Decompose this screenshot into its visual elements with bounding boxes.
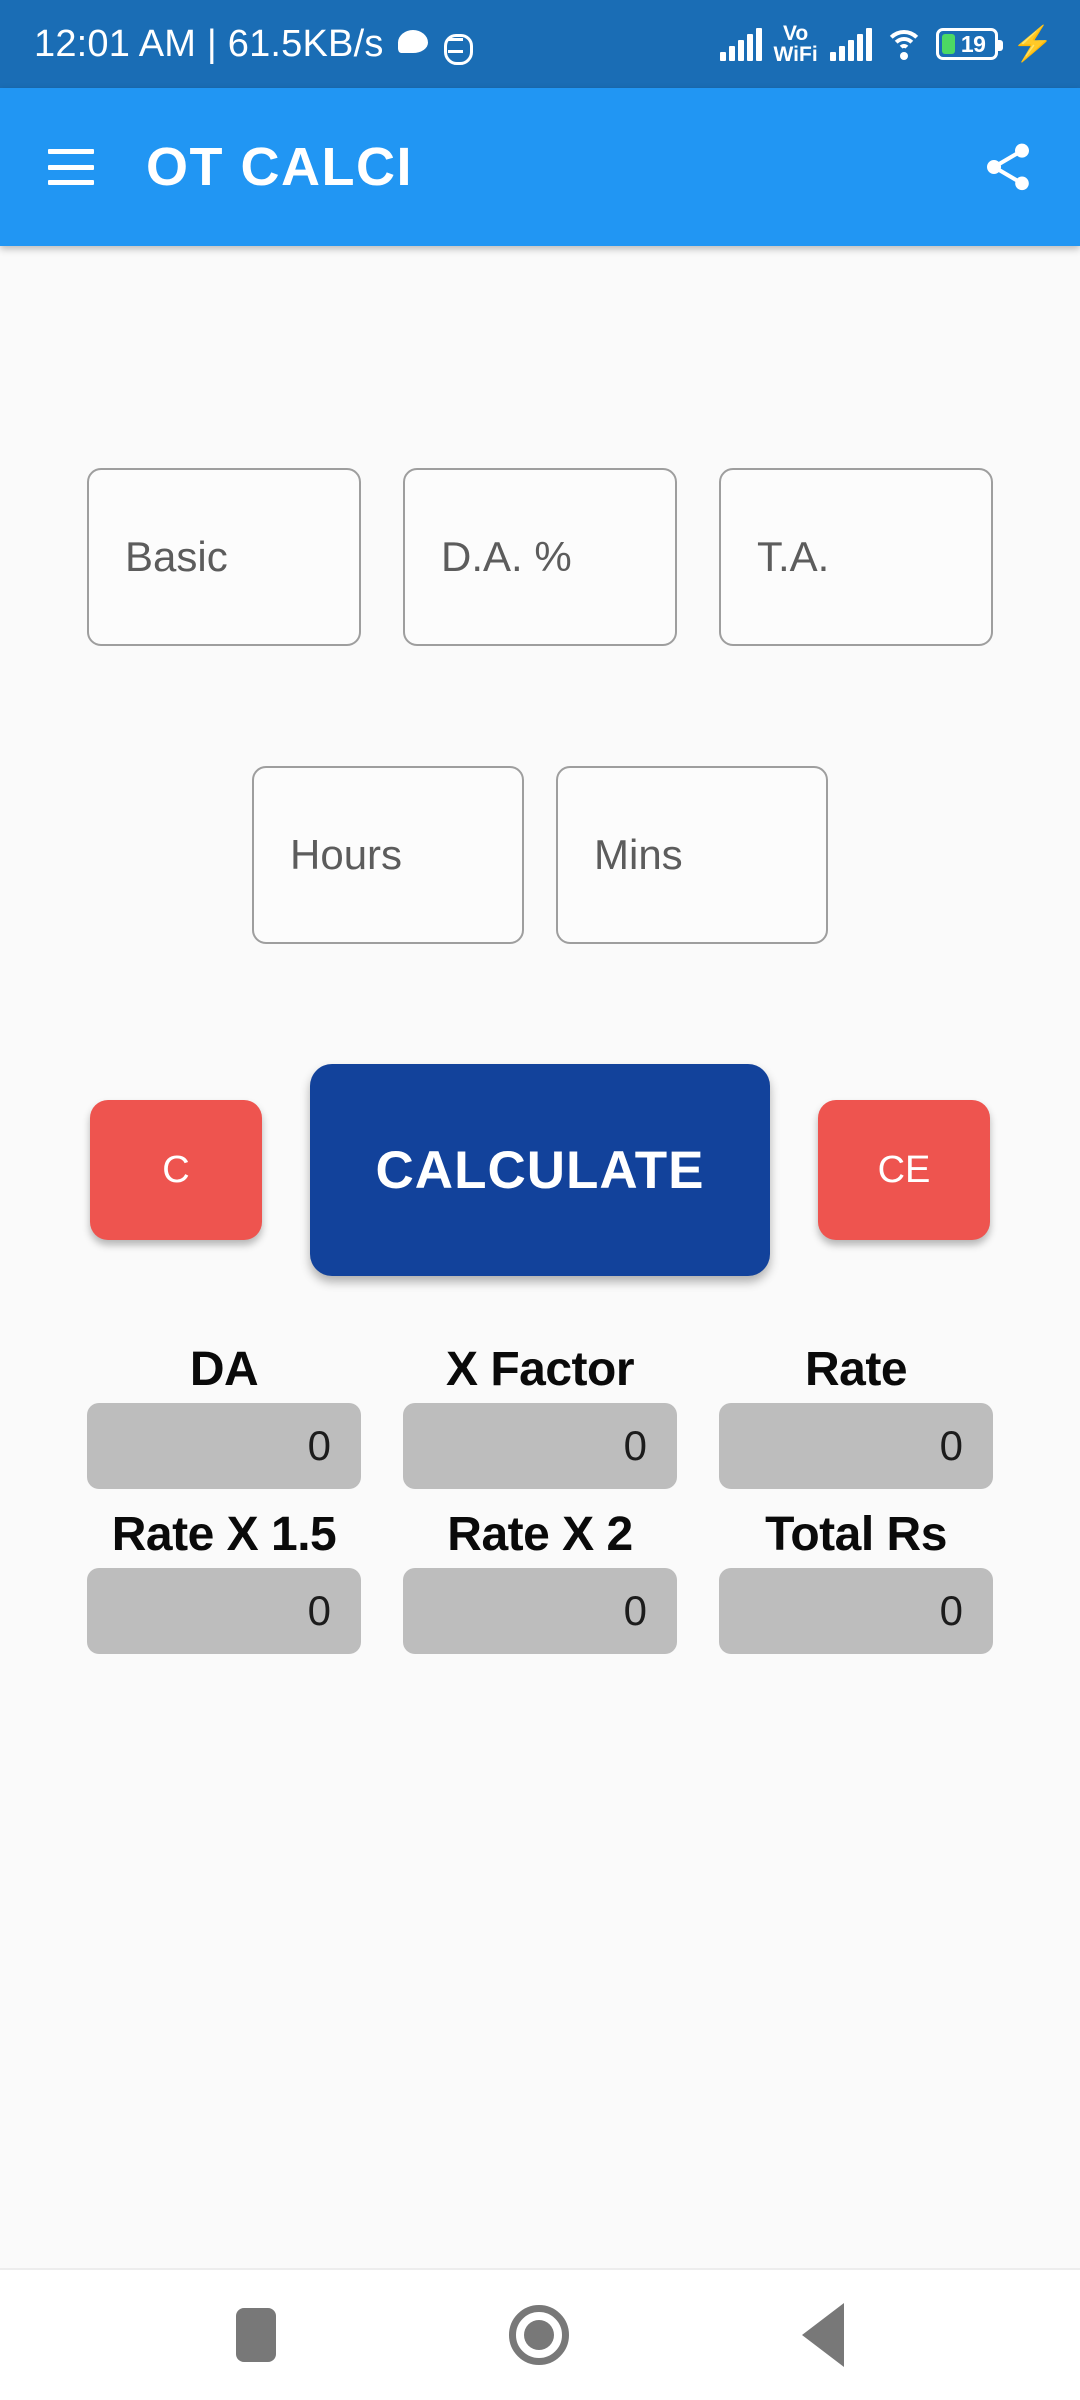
result-label-x-factor: X Factor	[445, 1343, 635, 1396]
result-value-rate-x-1-5: 0	[87, 1568, 361, 1654]
status-bar-left: 12:01 AM | 61.5KB/s	[34, 22, 473, 66]
result-value-x-factor: 0	[403, 1403, 677, 1489]
result-value-da: 0	[87, 1403, 361, 1489]
share-icon[interactable]	[980, 139, 1036, 195]
battery-percent-label: 19	[960, 30, 986, 57]
app-screen: 12:01 AM | 61.5KB/s Vo WiFi 19 ⚡ OT CALC…	[0, 0, 1080, 2400]
salary-input-row: Basic D.A. % T.A.	[0, 246, 1080, 646]
status-bar: 12:01 AM | 61.5KB/s Vo WiFi 19 ⚡	[0, 0, 1080, 88]
result-x-factor: X Factor 0	[403, 1342, 677, 1489]
input-da-percent[interactable]: D.A. %	[403, 468, 677, 646]
page-title: OT CALCI	[146, 137, 413, 197]
clear-entry-button[interactable]: CE	[818, 1100, 990, 1240]
android-navigation-bar	[0, 2268, 1080, 2400]
status-clock-and-network-speed: 12:01 AM | 61.5KB/s	[34, 22, 384, 65]
cellular-signal-icon-2	[829, 27, 872, 61]
result-rate: Rate 0	[719, 1342, 993, 1489]
charging-bolt-icon: ⚡	[1011, 25, 1054, 63]
result-total-rs: Total Rs 0	[719, 1507, 993, 1654]
input-ta[interactable]: T.A.	[719, 468, 993, 646]
cellular-signal-icon	[719, 27, 762, 61]
overtime-input-row: Hours Mins	[0, 646, 1080, 944]
input-mins[interactable]: Mins	[556, 766, 828, 944]
results-row-1: DA 0 X Factor 0 Rate 0	[0, 1342, 1080, 1489]
results-row-2: Rate X 1.5 0 Rate X 2 0 Total Rs 0	[0, 1507, 1080, 1654]
main-content: Basic D.A. % T.A. Hours Mins C CALCULATE…	[0, 246, 1080, 2268]
action-button-row: C CALCULATE CE	[0, 944, 1080, 1276]
wifi-icon	[883, 28, 924, 60]
status-bar-right: Vo WiFi 19 ⚡	[719, 21, 1054, 66]
result-label-total-rs: Total Rs	[765, 1508, 947, 1561]
home-circle-icon[interactable]	[508, 2305, 569, 2365]
calculate-button[interactable]: CALCULATE	[310, 1064, 770, 1276]
result-label-da: DA	[189, 1343, 259, 1396]
result-value-rate: 0	[719, 1403, 993, 1489]
result-label-rate-x-1-5: Rate X 1.5	[111, 1508, 337, 1561]
result-value-rate-x-2: 0	[403, 1568, 677, 1654]
hamburger-menu-icon[interactable]	[48, 149, 94, 185]
vowifi-indicator: Vo WiFi	[773, 21, 818, 66]
results-section: DA 0 X Factor 0 Rate 0 Rate X 1.5 0 Rate…	[0, 1276, 1080, 1654]
input-hours[interactable]: Hours	[252, 766, 524, 944]
chat-bubble-icon	[397, 30, 428, 58]
battery-icon: 19	[935, 28, 1003, 60]
vowifi-line1: Vo	[782, 21, 809, 45]
recents-square-icon[interactable]	[236, 2308, 277, 2362]
result-rate-x-2: Rate X 2 0	[403, 1507, 677, 1654]
result-value-total-rs: 0	[719, 1568, 993, 1654]
clear-button[interactable]: C	[90, 1100, 262, 1240]
result-rate-x-1-5: Rate X 1.5 0	[87, 1507, 361, 1654]
app-bar: OT CALCI	[0, 88, 1080, 246]
back-triangle-icon[interactable]	[801, 2303, 844, 2367]
android-robot-icon	[442, 29, 473, 65]
input-basic[interactable]: Basic	[87, 468, 361, 646]
battery-fill	[941, 34, 955, 54]
result-da: DA 0	[87, 1342, 361, 1489]
vowifi-line2: WiFi	[773, 43, 818, 66]
result-label-rate-x-2: Rate X 2	[447, 1508, 633, 1561]
result-label-rate: Rate	[804, 1343, 908, 1396]
